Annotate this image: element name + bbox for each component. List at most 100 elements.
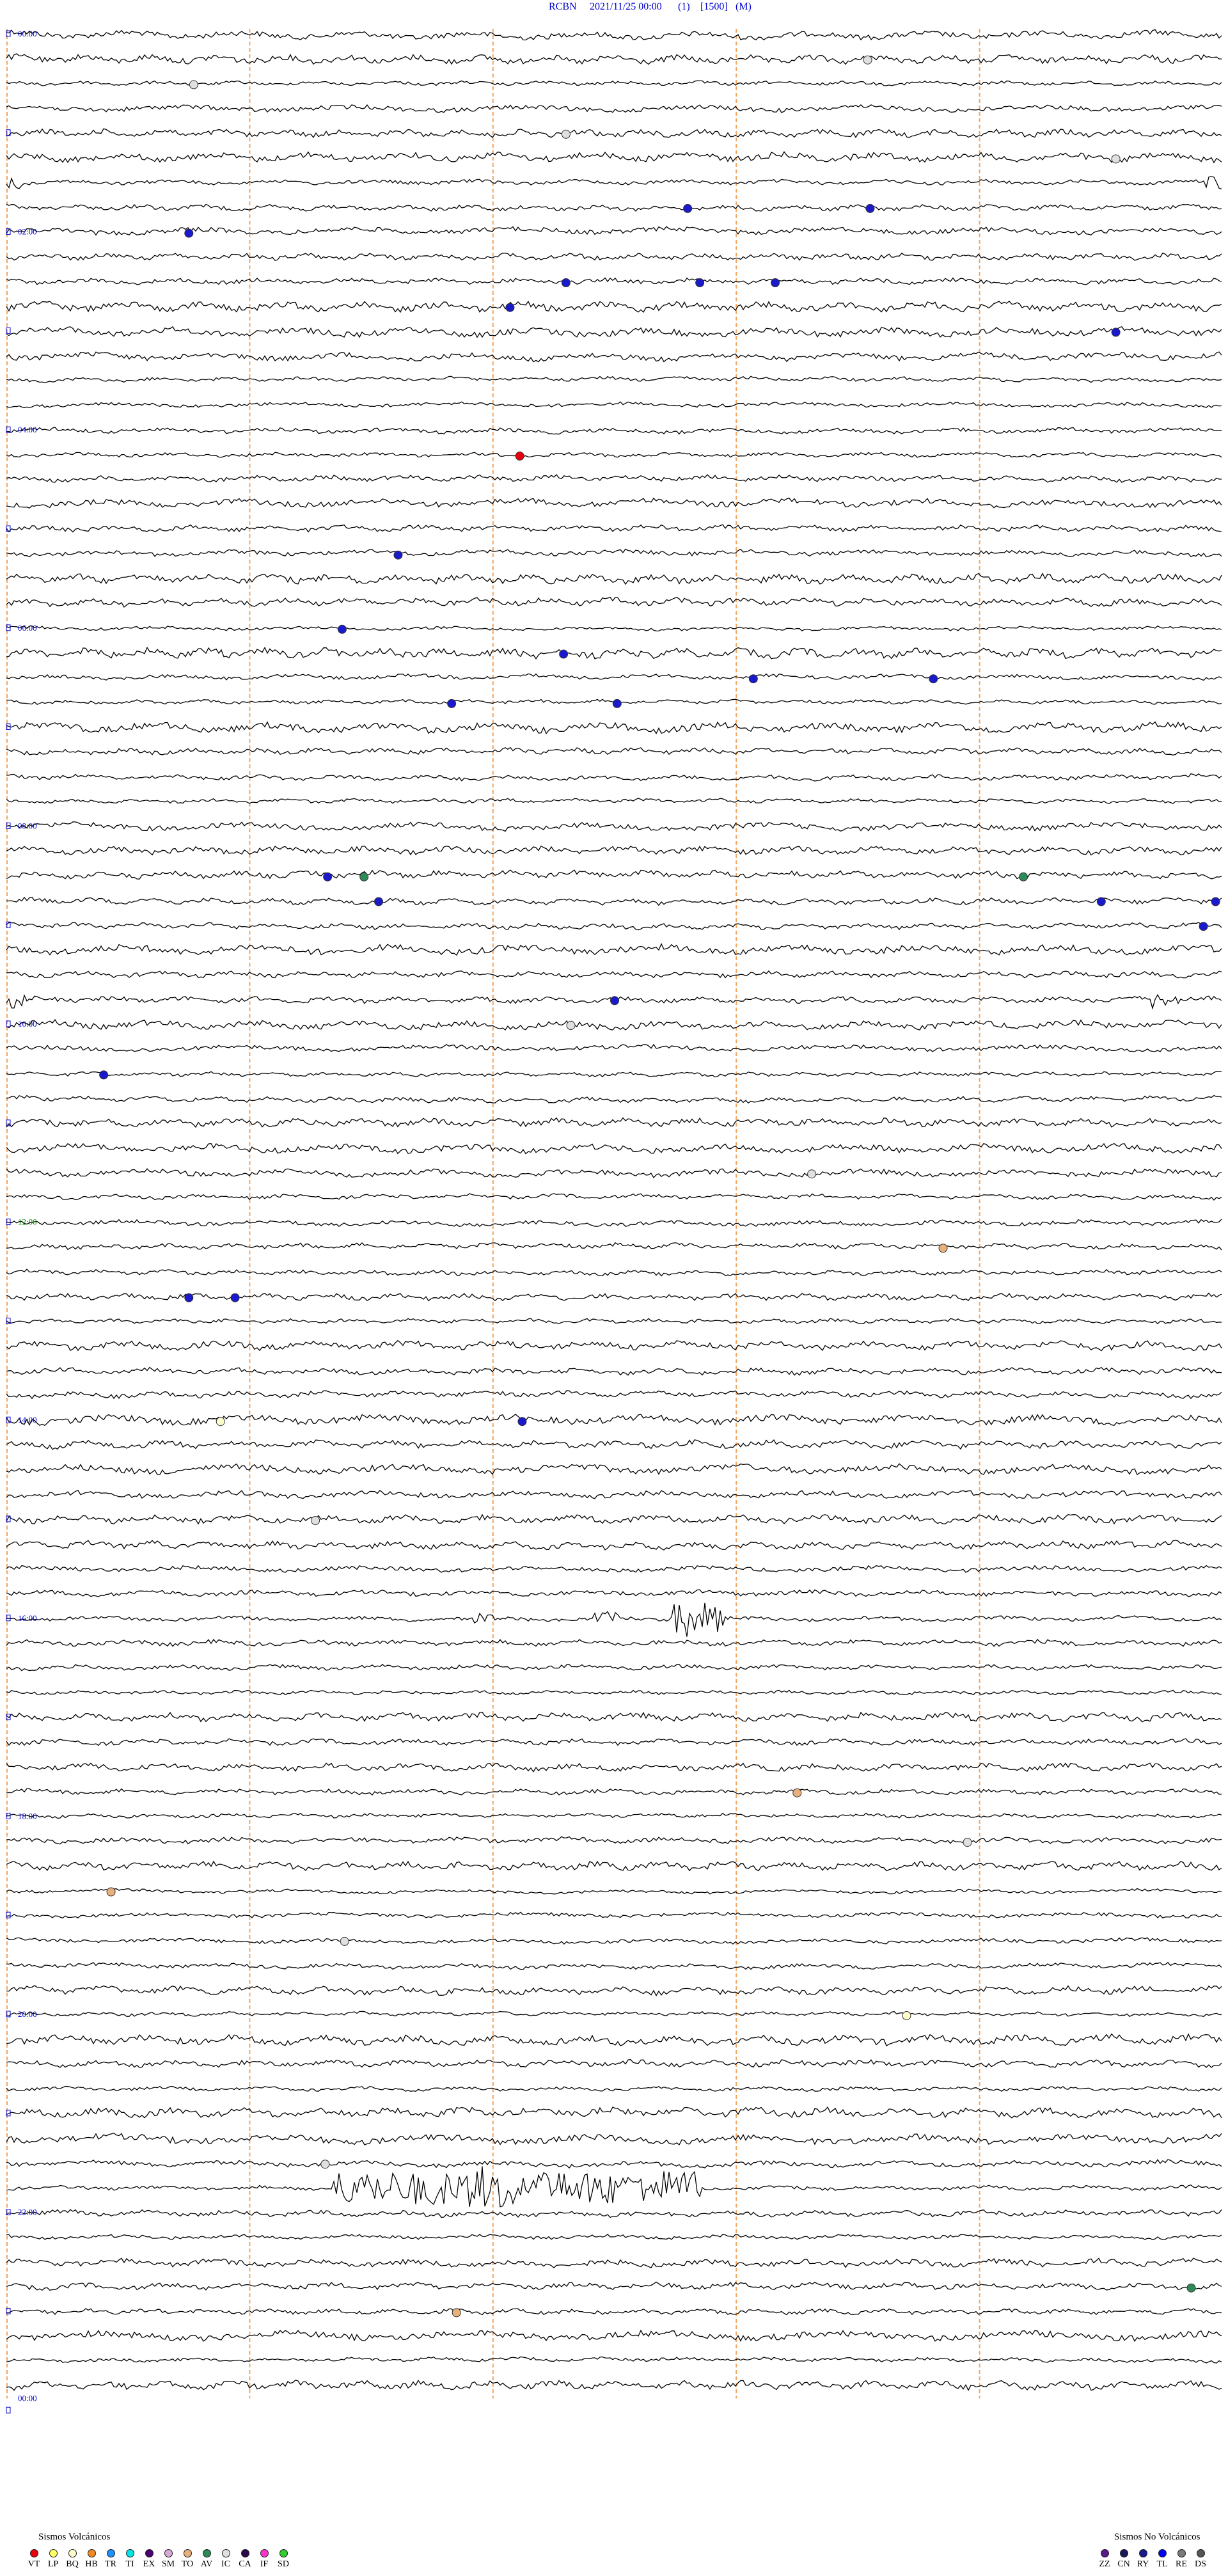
legend-item-sm: SM — [159, 2549, 178, 2570]
seismic-trace-row — [6, 1142, 1222, 1155]
time-label: 02:00 — [18, 227, 37, 237]
seismic-trace-row — [6, 1788, 1222, 1796]
event-marker-lp — [323, 872, 333, 881]
event-marker-to — [938, 1244, 948, 1253]
seismic-trace-row — [6, 798, 1222, 804]
event-marker-lp — [1211, 897, 1220, 906]
seismic-trace-row — [6, 1318, 1222, 1325]
seismic-trace-row — [6, 277, 1222, 285]
seismic-trace-row — [6, 252, 1222, 261]
legend-label: TL — [1156, 2559, 1168, 2569]
seismic-trace-row — [6, 2085, 1222, 2092]
seismic-trace-row — [6, 922, 1222, 931]
event-marker-av — [1186, 2283, 1196, 2293]
legend-swatch — [125, 2549, 134, 2557]
legend-item-av: AV — [197, 2549, 216, 2570]
legend-swatch — [240, 2549, 249, 2557]
seismic-trace-row — [6, 1689, 1222, 1696]
seismic-trace-row — [6, 1812, 1222, 1819]
seismic-trace-row — [6, 1540, 1222, 1551]
time-label: 18:00 — [18, 1811, 37, 1821]
event-marker-bq — [216, 1417, 225, 1426]
time-label: 12:00 — [18, 1217, 37, 1227]
event-marker-lp — [865, 203, 875, 213]
event-marker-lp — [695, 278, 705, 287]
legend-label: EX — [143, 2559, 155, 2569]
time-label: 04:00 — [18, 425, 37, 434]
event-marker-lp — [393, 550, 403, 560]
seismic-trace-row — [6, 2106, 1222, 2119]
seismic-trace-row — [6, 2257, 1222, 2269]
seismic-trace-row — [6, 845, 1222, 856]
seismic-trace-row — [6, 721, 1222, 735]
seismic-trace-row — [6, 80, 1222, 86]
legend-item-zz: ZZ — [1095, 2549, 1114, 2570]
seismic-trace-row — [6, 1366, 1222, 1376]
time-label: 08:00 — [18, 821, 37, 830]
seismic-trace-row — [6, 1961, 1222, 1970]
seismic-trace-row — [6, 1513, 1222, 1525]
seismic-trace-row — [6, 970, 1222, 979]
seismic-trace-row — [6, 2308, 1222, 2316]
event-marker-ic — [963, 1838, 972, 1847]
legend-item-ex: EX — [139, 2549, 159, 2570]
seismic-trace-row — [6, 896, 1222, 906]
legend-item-ic: IC — [216, 2549, 235, 2570]
time-label: 06:00 — [18, 623, 37, 633]
legend-label: ZZ — [1099, 2559, 1110, 2569]
seismic-trace-row — [6, 1242, 1222, 1251]
seismic-trace-row — [6, 1985, 1222, 1996]
legend-item-sd: SD — [274, 2549, 293, 2570]
event-marker-lp — [230, 1293, 240, 1302]
seismic-trace-row — [6, 1018, 1222, 1031]
legend-item-cn: CN — [1114, 2549, 1133, 2570]
seismic-trace-row — [6, 1911, 1222, 1919]
seismic-trace-row — [6, 1762, 1222, 1773]
legend-swatch — [106, 2549, 115, 2557]
event-marker-ic — [320, 2160, 330, 2169]
legend-swatch — [145, 2549, 154, 2557]
event-marker-lp — [1199, 922, 1208, 931]
legend-label: TI — [125, 2559, 134, 2569]
legend-label: BQ — [66, 2559, 79, 2569]
seismic-trace-row — [6, 1071, 1222, 1078]
legend-item-ds: DS — [1191, 2549, 1210, 2570]
seismic-trace-row — [6, 673, 1222, 681]
seismic-trace-row — [6, 301, 1222, 313]
seismic-trace-row — [6, 326, 1222, 338]
seismic-trace-row — [6, 1168, 1222, 1178]
seismic-trace-row — [6, 1565, 1222, 1573]
event-marker-lp — [559, 649, 569, 659]
legend-item-if: IF — [255, 2549, 274, 2570]
event-marker-lp — [447, 699, 457, 708]
seismic-trace-row — [6, 474, 1222, 483]
seismic-trace-row — [6, 128, 1222, 138]
seismic-trace-row — [6, 625, 1222, 632]
event-marker-to — [452, 2308, 461, 2318]
legend-item-hb: HB — [82, 2549, 101, 2570]
event-marker-bq — [902, 2011, 911, 2020]
legend-volcanic: Sismos Volcánicos VT LP BQ HB TR TI EX SM TO AV IC… — [24, 2532, 293, 2570]
seismic-trace-row — [6, 104, 1222, 113]
legend-label: DS — [1195, 2559, 1206, 2569]
helicorder-plot: 00:00 02:00 04:00 06:00 08:00 10:00 12:00 14:00… — [6, 29, 1222, 2414]
event-marker-ic — [189, 80, 198, 90]
seismic-trace-row — [6, 2380, 1222, 2391]
event-marker-lp — [748, 674, 758, 684]
seismic-trace-row — [6, 1664, 1222, 1671]
legend-label: SD — [278, 2559, 289, 2569]
legend-volcanic-title: Sismos Volcánicos — [38, 2532, 111, 2542]
legend-nonvolcanic-title: Sismos No Volcánicos — [1114, 2532, 1200, 2542]
legend-item-lp: LP — [43, 2549, 63, 2570]
legend-label: SM — [161, 2559, 175, 2569]
event-marker-lp — [771, 278, 780, 287]
seismic-trace-row — [6, 1860, 1222, 1872]
legend-swatch — [164, 2549, 173, 2557]
seismic-trace-row — [6, 646, 1222, 660]
seismic-trace-row — [6, 2209, 1222, 2218]
legend-swatch — [29, 2549, 38, 2557]
seismic-trace-row — [6, 747, 1222, 756]
event-marker-lp — [184, 228, 194, 238]
seismic-trace-row — [6, 943, 1222, 956]
legend-label: IF — [260, 2559, 269, 2569]
